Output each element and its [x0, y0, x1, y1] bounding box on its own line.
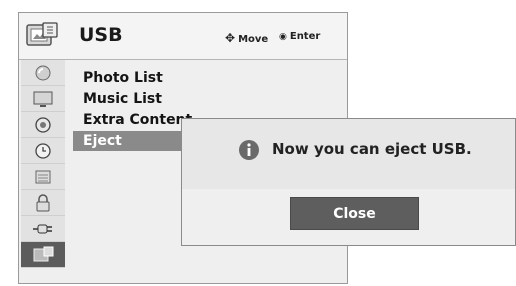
page-title: USB	[79, 24, 123, 46]
sidebar-item-picture[interactable]	[21, 60, 65, 86]
move-label: Move	[238, 34, 269, 45]
enter-hint: ◉ Enter	[279, 31, 320, 42]
move-hint: ✥ Move	[225, 31, 268, 45]
input-plug-icon	[33, 224, 52, 234]
option-icon	[35, 170, 51, 184]
sidebar-item-screen[interactable]	[21, 86, 65, 112]
sidebar-item-time[interactable]	[21, 138, 65, 164]
sidebar-item-usb[interactable]	[21, 242, 65, 268]
picture-icon	[35, 65, 51, 81]
usb-icon	[33, 246, 54, 262]
close-button[interactable]: Close	[290, 197, 419, 230]
screen-icon	[33, 91, 53, 107]
sidebar-item-input[interactable]	[21, 216, 65, 242]
dialog-button-area: Close	[182, 189, 515, 245]
lock-icon	[36, 194, 50, 212]
sidebar-item-lock[interactable]	[21, 190, 65, 216]
audio-icon	[35, 117, 51, 133]
arrows-icon: ✥	[225, 31, 236, 45]
enter-label: Enter	[289, 31, 321, 42]
sidebar-item-audio[interactable]	[21, 112, 65, 138]
dialog-message: Now you can eject USB.	[272, 140, 472, 158]
eject-dialog: Now you can eject USB. Close	[181, 118, 516, 246]
dialog-message-area: Now you can eject USB.	[182, 119, 515, 189]
menu-header: USB ✥ Move ◉ Enter	[19, 13, 347, 60]
list-item-photo-list[interactable]: Photo List	[79, 68, 347, 88]
sidebar	[19, 60, 65, 283]
sidebar-item-option[interactable]	[21, 164, 65, 190]
list-item-music-list[interactable]: Music List	[79, 89, 347, 109]
usb-menu-icon	[26, 22, 58, 46]
ok-icon: ◉	[279, 32, 287, 42]
info-icon	[239, 140, 259, 160]
clock-icon	[35, 143, 51, 159]
